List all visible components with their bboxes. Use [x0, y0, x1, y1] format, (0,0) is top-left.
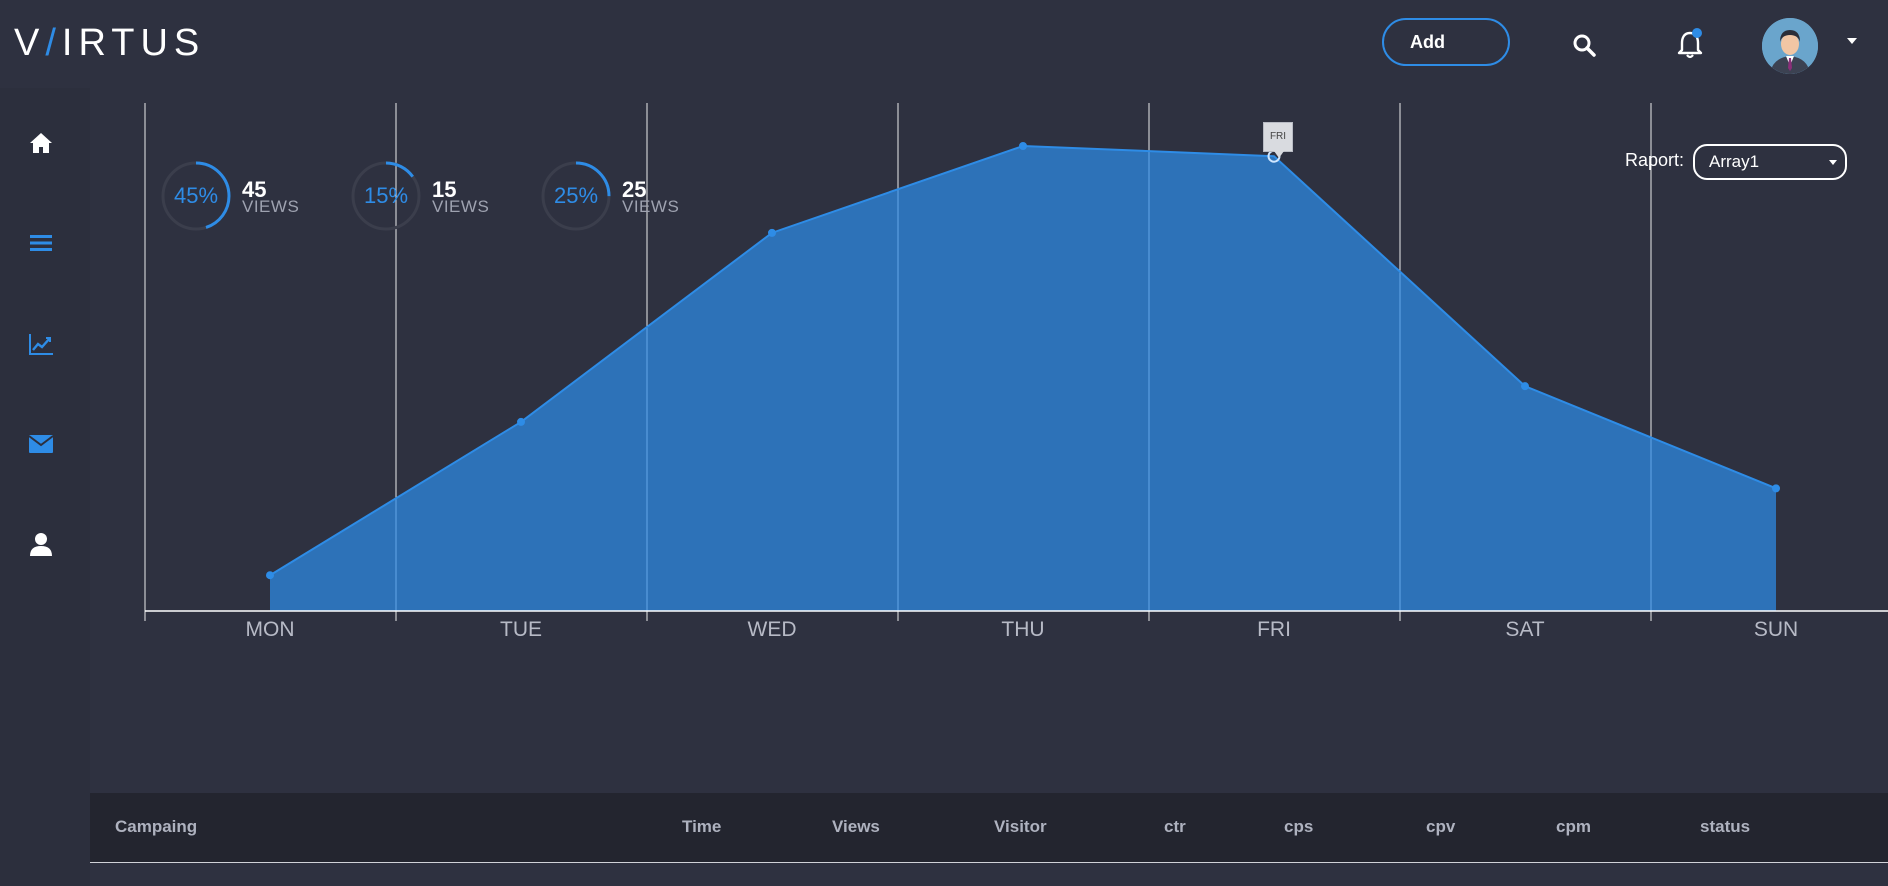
column-header-cps[interactable]: cps: [1284, 817, 1313, 837]
x-tick-label: SAT: [1505, 618, 1544, 641]
gauge-percent: 15%: [363, 183, 409, 208]
x-tick-label: SUN: [1754, 618, 1798, 641]
chevron-down-icon: [1829, 160, 1837, 165]
column-header-time[interactable]: Time: [682, 817, 721, 837]
data-point: [1521, 382, 1529, 391]
campaign-table-header: Campaing Time Views Visitor ctr cps cpv …: [90, 793, 1888, 863]
gauge-views-2: 15% 15 VIEWS: [350, 160, 489, 237]
list-icon[interactable]: [28, 230, 56, 258]
chart-tooltip: FRI: [1263, 122, 1293, 158]
column-header-views[interactable]: Views: [832, 817, 880, 837]
gauge-views-1: 45% 45 VIEWS: [160, 160, 299, 237]
home-icon[interactable]: [28, 130, 56, 158]
report-label: Raport:: [1625, 150, 1685, 170]
notification-badge: [1692, 28, 1702, 38]
gauge-percent: 25%: [553, 183, 599, 208]
avatar[interactable]: [1762, 18, 1818, 74]
x-tick-label: TUE: [500, 618, 542, 641]
gauge-unit: VIEWS: [432, 197, 490, 216]
add-button[interactable]: Add: [1382, 18, 1510, 66]
search-icon[interactable]: [1572, 33, 1596, 62]
column-header-visitor[interactable]: Visitor: [994, 817, 1047, 837]
column-header-ctr[interactable]: ctr: [1164, 817, 1186, 837]
x-tick-label: MON: [246, 618, 295, 641]
x-tick-label: FRI: [1257, 618, 1291, 641]
data-point: [1772, 484, 1780, 493]
report-select[interactable]: Array1: [1693, 144, 1847, 180]
x-tick-label: THU: [1001, 618, 1044, 641]
data-point: [768, 228, 776, 237]
data-point: [266, 571, 274, 580]
gauge-percent: 45%: [173, 183, 219, 208]
column-header-cpv[interactable]: cpv: [1426, 817, 1455, 837]
column-header-status[interactable]: status: [1700, 817, 1750, 837]
column-header-campaign[interactable]: Campaing: [115, 817, 197, 837]
gauge-views-3: 25% 25 VIEWS: [540, 160, 679, 237]
logo[interactable]: V/IRTUS: [14, 22, 205, 65]
chevron-down-icon[interactable]: [1847, 38, 1857, 44]
column-header-cpm[interactable]: cpm: [1556, 817, 1591, 837]
chart-line-icon[interactable]: [28, 331, 56, 359]
sidebar: [0, 88, 90, 886]
x-tick-label: WED: [748, 618, 797, 641]
gauge-unit: VIEWS: [622, 197, 680, 216]
gauge-unit: VIEWS: [242, 197, 300, 216]
report-selected-value: Array1: [1709, 152, 1760, 171]
data-point: [517, 417, 525, 426]
envelope-icon[interactable]: [28, 431, 56, 459]
series-area: [270, 145, 1776, 612]
user-icon[interactable]: [28, 531, 56, 559]
data-point: [1019, 141, 1027, 150]
